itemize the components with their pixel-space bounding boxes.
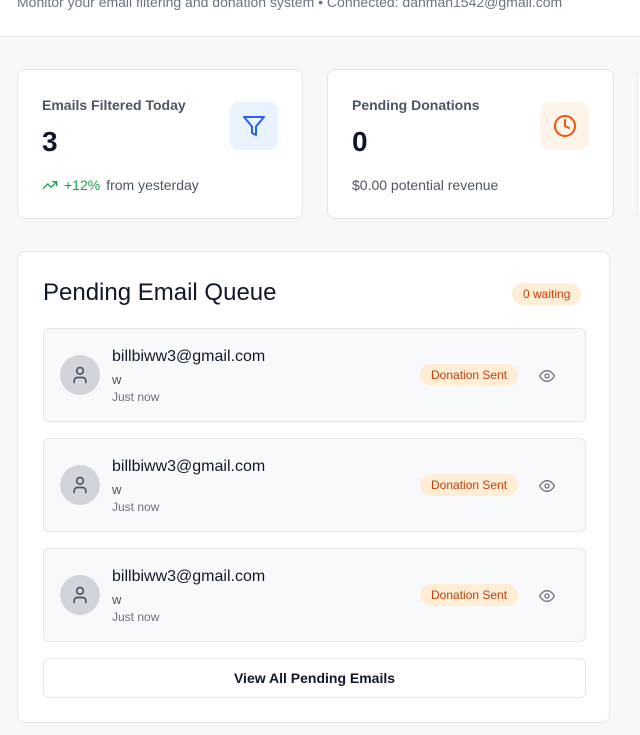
view-email-button[interactable]: [537, 366, 557, 386]
email-sender: billbiww3@gmail.com: [112, 568, 266, 585]
email-sender: billbiww3@gmail.com: [112, 458, 266, 475]
stat-value: 0: [352, 126, 368, 157]
email-item[interactable]: billbiww3@gmail.com w Just now Donation …: [43, 438, 586, 532]
avatar: [60, 575, 100, 615]
clock-icon: [554, 115, 576, 137]
avatar: [60, 465, 100, 505]
stat-value: 3: [42, 126, 58, 157]
user-icon: [73, 586, 87, 604]
queue-title: Pending Email Queue: [43, 279, 277, 306]
filter-icon: [243, 116, 265, 136]
filter-icon-box: [230, 102, 278, 150]
stat-footnote: $0.00 potential revenue: [352, 177, 499, 193]
email-time: Just now: [112, 500, 160, 514]
view-email-button[interactable]: [537, 586, 557, 606]
page-header: Monitor your email filtering and donatio…: [0, 0, 640, 37]
eye-icon: [539, 370, 555, 382]
user-icon: [73, 366, 87, 384]
view-email-button[interactable]: [537, 476, 557, 496]
trend-suffix: from yesterday: [106, 177, 199, 193]
email-time: Just now: [112, 610, 160, 624]
stat-label: Pending Donations: [352, 97, 480, 113]
eye-icon: [539, 590, 555, 602]
page-subtitle: Monitor your email filtering and donatio…: [17, 0, 563, 10]
stat-card-emails-filtered: Emails Filtered Today 3 +12% from yester…: [17, 69, 303, 219]
waiting-count-badge: 0 waiting: [512, 283, 582, 305]
status-badge: Donation Sent: [420, 584, 519, 606]
status-badge: Donation Sent: [420, 364, 519, 386]
trend-percent: +12%: [64, 177, 101, 193]
stat-label: Emails Filtered Today: [42, 97, 186, 113]
view-all-pending-button[interactable]: View All Pending Emails: [43, 658, 586, 698]
user-icon: [73, 476, 87, 494]
email-subject: w: [112, 482, 122, 497]
stat-card-pending-donations: Pending Donations 0 $0.00 potential reve…: [327, 69, 614, 219]
email-item[interactable]: billbiww3@gmail.com w Just now Donation …: [43, 548, 586, 642]
email-sender: billbiww3@gmail.com: [112, 348, 266, 365]
stat-trend: +12% from yesterday: [42, 177, 199, 193]
email-time: Just now: [112, 390, 160, 404]
status-badge: Donation Sent: [420, 474, 519, 496]
eye-icon: [539, 480, 555, 492]
trending-up-icon: [42, 181, 58, 189]
email-item[interactable]: billbiww3@gmail.com w Just now Donation …: [43, 328, 586, 422]
pending-email-queue: Pending Email Queue 0 waiting billbiww3@…: [17, 251, 610, 723]
avatar: [60, 355, 100, 395]
email-subject: w: [112, 372, 122, 387]
clock-icon-box: [541, 102, 589, 150]
email-subject: w: [112, 592, 122, 607]
